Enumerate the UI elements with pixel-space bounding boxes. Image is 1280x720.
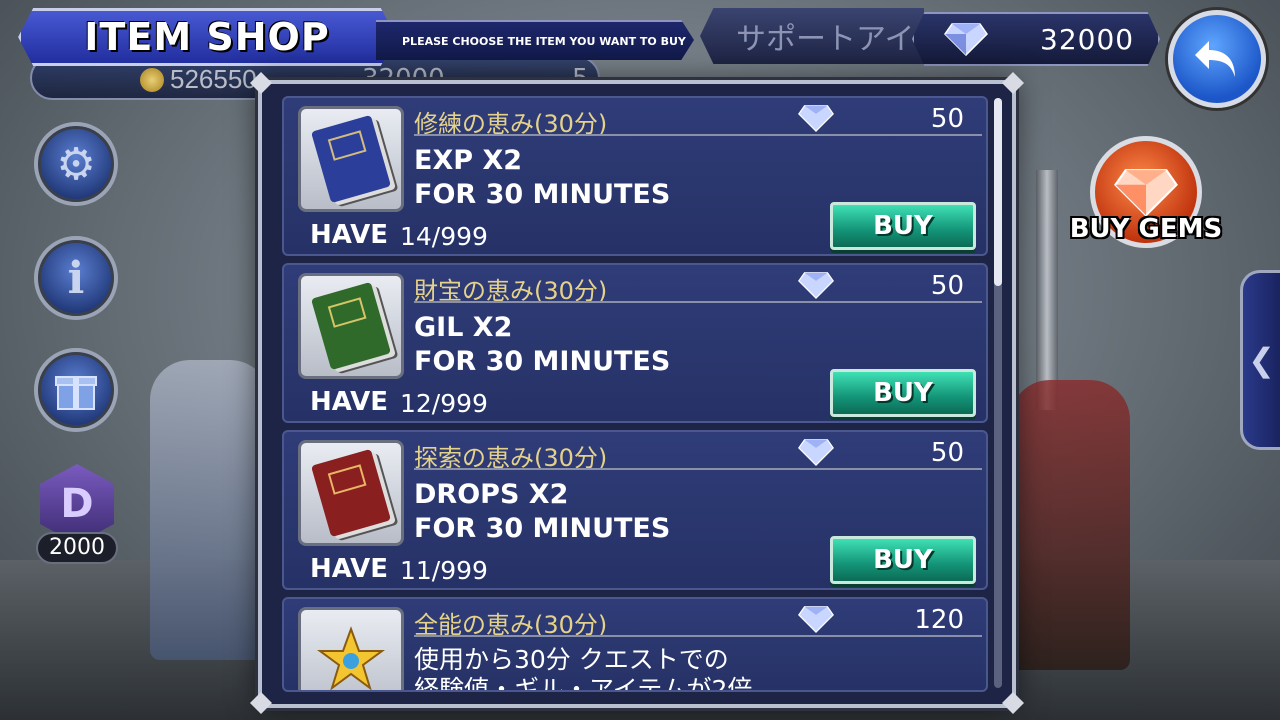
divider xyxy=(414,635,982,637)
support-tab-label: サポートアイ xyxy=(736,22,915,57)
have-count: 12/999 xyxy=(400,389,488,418)
gil-coin-icon xyxy=(140,68,164,92)
shop-item: 全能の恵み(30分) 120 使用から30分 クエストでの 経験値・ギル・アイテ… xyxy=(282,597,988,692)
item-icon-frame xyxy=(298,106,404,212)
shop-item: 財宝の恵み(30分) 50 GIL X2 FOR 30 MINUTES HAVE… xyxy=(282,263,988,423)
buy-gems-button[interactable]: BUY GEMS xyxy=(1066,136,1226,256)
have-label: HAVE xyxy=(310,387,388,417)
settings-button[interactable]: ⚙ xyxy=(34,122,118,206)
gem-icon xyxy=(798,272,834,299)
red-book-icon xyxy=(311,448,391,538)
character-left xyxy=(150,360,270,660)
item-price: 50 xyxy=(930,271,964,301)
scrollbar-thumb[interactable] xyxy=(994,98,1002,286)
item-icon-frame xyxy=(298,273,404,379)
d-crystal-icon: D xyxy=(60,481,94,527)
info-button[interactable]: i xyxy=(34,236,118,320)
buy-button[interactable]: BUY xyxy=(830,536,976,584)
description-line: FOR 30 MINUTES xyxy=(414,179,671,210)
shop-item: 修練の恵み(30分) 50 EXP X2 FOR 30 MINUTES HAVE… xyxy=(282,96,988,256)
support-item-tab[interactable]: サポートアイ xyxy=(700,8,924,64)
title-banner: ITEM SHOP xyxy=(18,8,396,66)
gem-counter: 32000 xyxy=(912,12,1160,66)
blue-book-icon xyxy=(311,114,391,204)
page-subtitle: PLEASE CHOOSE THE ITEM YOU WANT TO BUY xyxy=(402,34,686,48)
page-title: ITEM SHOP xyxy=(84,15,330,59)
character-right xyxy=(1010,380,1130,670)
gem-icon xyxy=(798,105,834,132)
back-button[interactable] xyxy=(1168,10,1266,108)
item-price: 50 xyxy=(930,438,964,468)
description-line: FOR 30 MINUTES xyxy=(414,346,671,377)
dimension-count: 2000 xyxy=(36,532,118,564)
item-description: EXP X2 FOR 30 MINUTES xyxy=(414,144,670,212)
description-line: FOR 30 MINUTES xyxy=(414,513,671,544)
gem-icon xyxy=(944,23,988,56)
gil-amount: 526550 xyxy=(170,64,257,94)
right-panel-tab[interactable]: ❮ xyxy=(1240,270,1280,450)
item-description: 使用から30分 クエストでの 経験値・ギル・アイテムが2倍 xyxy=(414,645,753,692)
item-icon-frame xyxy=(298,440,404,546)
item-description: GIL X2 FOR 30 MINUTES xyxy=(414,311,670,379)
divider xyxy=(414,468,982,470)
gift-icon xyxy=(55,376,97,410)
chevron-left-icon: ❮ xyxy=(1248,341,1275,379)
shop-item: 探索の恵み(30分) 50 DROPS X2 FOR 30 MINUTES HA… xyxy=(282,430,988,590)
green-book-icon xyxy=(311,281,391,371)
sword-decoration xyxy=(1036,170,1058,410)
description-line: DROPS X2 xyxy=(414,479,569,510)
divider xyxy=(414,301,982,303)
gear-icon: ⚙ xyxy=(56,138,96,190)
info-icon: i xyxy=(67,252,85,304)
description-line: GIL X2 xyxy=(414,312,513,343)
have-label: HAVE xyxy=(310,554,388,584)
item-price: 120 xyxy=(914,605,964,635)
subtitle-banner: PLEASE CHOOSE THE ITEM YOU WANT TO BUY xyxy=(376,20,694,60)
have-count: 14/999 xyxy=(400,222,488,251)
description-line: 使用から30分 クエストでの xyxy=(414,645,729,674)
gift-button[interactable] xyxy=(34,348,118,432)
gem-icon xyxy=(798,606,834,633)
item-icon-frame xyxy=(298,607,404,690)
description-line: EXP X2 xyxy=(414,145,523,176)
gem-icon xyxy=(798,439,834,466)
buy-button[interactable]: BUY xyxy=(830,369,976,417)
buy-button[interactable]: BUY xyxy=(830,202,976,250)
gem-icon xyxy=(1114,169,1178,217)
item-price: 50 xyxy=(930,104,964,134)
have-count: 11/999 xyxy=(400,556,488,585)
back-arrow-icon xyxy=(1195,41,1235,77)
buy-gems-label: BUY GEMS xyxy=(1069,214,1223,244)
description-line: 経験値・ギル・アイテムが2倍 xyxy=(414,675,753,692)
divider xyxy=(414,134,982,136)
gem-count: 32000 xyxy=(1040,22,1135,56)
star-icon xyxy=(316,626,386,690)
have-label: HAVE xyxy=(310,220,388,250)
item-description: DROPS X2 FOR 30 MINUTES xyxy=(414,478,670,546)
